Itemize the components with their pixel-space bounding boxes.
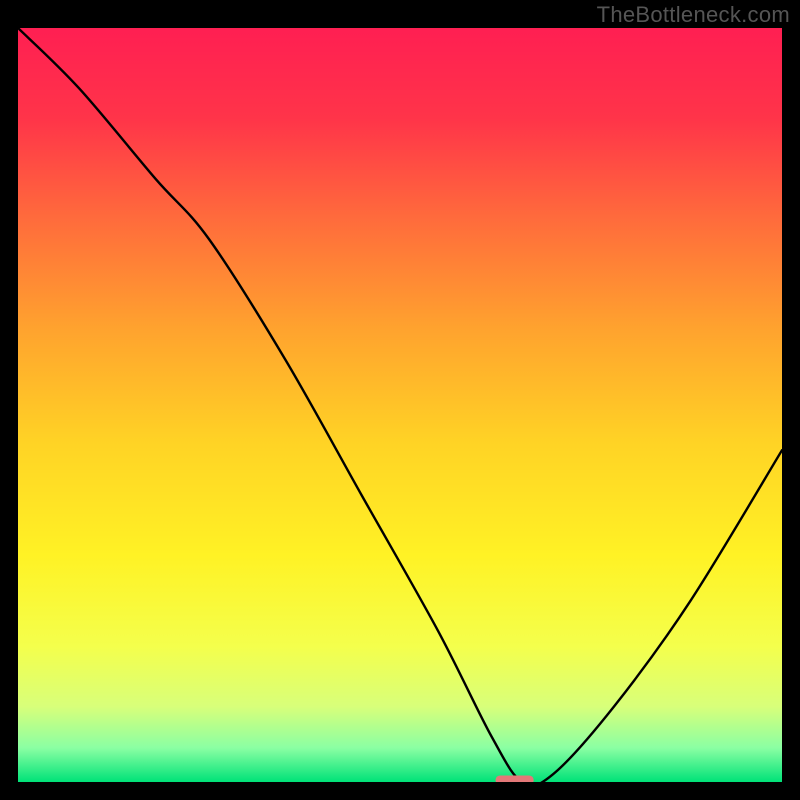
plot-area [18, 28, 782, 782]
chart-svg [18, 28, 782, 782]
chart-frame: TheBottleneck.com [0, 0, 800, 800]
chart-background [18, 28, 782, 782]
watermark-text: TheBottleneck.com [597, 2, 790, 28]
optimal-marker [496, 775, 534, 782]
